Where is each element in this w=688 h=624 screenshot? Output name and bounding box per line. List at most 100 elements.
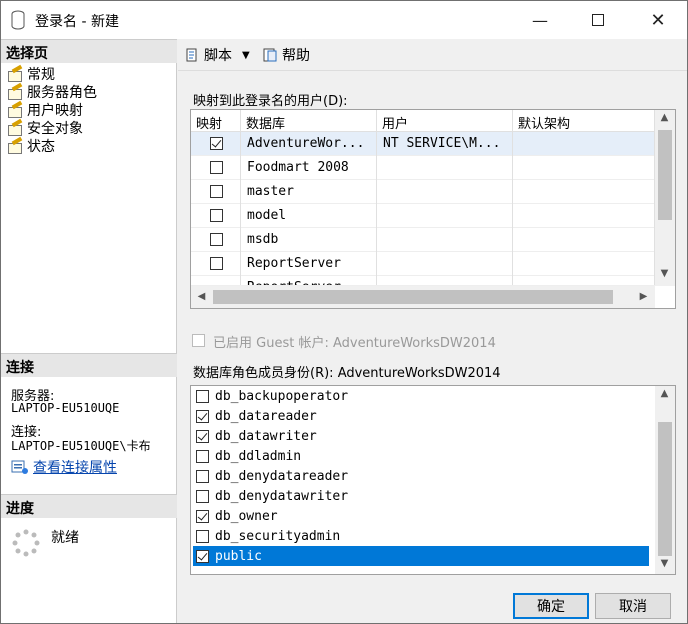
nav-item-label: 安全对象 xyxy=(27,121,83,137)
connection-header: 连接 xyxy=(1,353,177,377)
map-checkbox[interactable] xyxy=(210,257,223,270)
column-header-database[interactable]: 数据库 xyxy=(241,110,377,132)
role-checkbox[interactable] xyxy=(196,549,209,563)
role-checkbox[interactable] xyxy=(196,529,209,543)
user-cell[interactable] xyxy=(377,180,513,204)
view-connection-properties-link[interactable]: 查看连接属性 xyxy=(11,457,117,477)
scroll-right-icon[interactable]: ▶ xyxy=(635,291,652,302)
map-checkbox[interactable] xyxy=(210,137,223,150)
schema-cell[interactable] xyxy=(513,228,655,252)
schema-cell[interactable] xyxy=(513,276,655,285)
role-checkbox[interactable] xyxy=(196,449,209,463)
nav-item-server-roles[interactable]: 服务器角色 xyxy=(7,83,97,101)
scroll-down-icon[interactable]: ▼ xyxy=(656,268,673,279)
list-item[interactable]: db_denydatareader xyxy=(193,466,649,486)
nav-item-user-mapping[interactable]: 用户映射 xyxy=(7,101,83,119)
user-cell[interactable] xyxy=(377,252,513,276)
list-item[interactable]: db_denydatawriter xyxy=(193,486,649,506)
role-checkbox[interactable] xyxy=(196,389,209,403)
window-title: 登录名 - 新建 xyxy=(35,14,119,30)
script-button[interactable]: 脚本 ▼ xyxy=(184,45,250,65)
list-item[interactable]: db_datawriter xyxy=(193,426,649,446)
role-checkbox[interactable] xyxy=(196,469,209,483)
user-cell[interactable]: NT SERVICE\M... xyxy=(377,132,513,156)
nav-item-label: 常规 xyxy=(27,67,55,83)
role-checkbox[interactable] xyxy=(196,509,209,523)
map-cell xyxy=(191,156,241,180)
list-item[interactable]: public xyxy=(193,546,649,566)
schema-cell[interactable] xyxy=(513,132,655,156)
table-row[interactable]: msdb xyxy=(191,228,655,252)
user-cell[interactable] xyxy=(377,276,513,285)
guest-label: 已启用 Guest 帐户: AdventureWorksDW2014 xyxy=(213,336,496,351)
role-checkbox[interactable] xyxy=(196,429,209,443)
map-cell xyxy=(191,228,241,252)
role-checkbox[interactable] xyxy=(196,489,209,503)
scroll-left-icon[interactable]: ◀ xyxy=(193,291,210,302)
guest-enabled-checkbox xyxy=(192,334,205,347)
properties-icon xyxy=(11,460,28,474)
page-icon xyxy=(7,67,23,82)
table-row[interactable]: ReportServer xyxy=(191,276,655,286)
list-item[interactable]: db_datareader xyxy=(193,406,649,426)
role-label: db_datawriter xyxy=(215,428,317,444)
map-checkbox[interactable] xyxy=(210,209,223,222)
list-item[interactable]: db_securityadmin xyxy=(193,526,649,546)
database-cell: model xyxy=(241,204,377,228)
table-row[interactable]: master xyxy=(191,180,655,204)
database-cell: ReportServer xyxy=(241,276,377,285)
map-checkbox[interactable] xyxy=(210,233,223,246)
grid-vertical-scrollbar[interactable]: ▲ ▼ xyxy=(655,110,675,286)
left-pane: 选择页 常规 服务器角色 用户映射 安全对象 状态 连接 服务器: LAPTOP… xyxy=(1,39,177,623)
nav-item-general[interactable]: 常规 xyxy=(7,65,55,83)
table-row[interactable]: model xyxy=(191,204,655,228)
server-value: LAPTOP-EU510UQE xyxy=(11,401,120,415)
roles-vertical-scrollbar[interactable]: ▲ ▼ xyxy=(655,386,675,574)
spinner-icon xyxy=(12,529,40,557)
help-icon xyxy=(263,48,277,62)
user-mapping-grid[interactable]: 映射 数据库 用户 默认架构 AdventureWor... NT SERVIC… xyxy=(190,109,676,309)
nav-item-status[interactable]: 状态 xyxy=(7,137,55,155)
maximize-button[interactable] xyxy=(575,1,621,39)
grid-horizontal-scrollbar[interactable]: ◀ ▶ xyxy=(191,286,655,308)
user-cell[interactable] xyxy=(377,204,513,228)
minimize-button[interactable]: — xyxy=(517,1,563,39)
maximize-icon xyxy=(592,14,604,26)
table-row[interactable]: ReportServer xyxy=(191,252,655,276)
close-button[interactable]: ✕ xyxy=(635,1,681,39)
list-item[interactable]: db_backupoperator xyxy=(193,386,649,406)
user-cell[interactable] xyxy=(377,156,513,180)
scroll-thumb[interactable] xyxy=(658,130,672,220)
scroll-down-icon[interactable]: ▼ xyxy=(656,558,673,569)
schema-cell[interactable] xyxy=(513,204,655,228)
help-button[interactable]: 帮助 xyxy=(262,45,310,65)
list-item[interactable]: db_owner xyxy=(193,506,649,526)
database-cell: msdb xyxy=(241,228,377,252)
role-checkbox[interactable] xyxy=(196,409,209,423)
column-header-default-schema[interactable]: 默认架构 xyxy=(513,110,655,132)
list-item[interactable]: db_ddladmin xyxy=(193,446,649,466)
map-checkbox[interactable] xyxy=(210,161,223,174)
table-row[interactable]: Foodmart 2008 xyxy=(191,156,655,180)
scroll-up-icon[interactable]: ▲ xyxy=(656,388,673,399)
column-header-user[interactable]: 用户 xyxy=(377,110,513,132)
column-header-map[interactable]: 映射 xyxy=(191,110,241,132)
database-roles-list[interactable]: db_backupoperator db_datareader db_dataw… xyxy=(190,385,676,575)
schema-cell[interactable] xyxy=(513,252,655,276)
scroll-thumb[interactable] xyxy=(213,290,613,304)
map-cell xyxy=(191,180,241,204)
cancel-button[interactable]: 取消 xyxy=(595,593,671,619)
ok-button[interactable]: 确定 xyxy=(513,593,589,619)
map-checkbox[interactable] xyxy=(210,185,223,198)
scroll-thumb[interactable] xyxy=(658,422,672,556)
progress-header: 进度 xyxy=(1,494,177,518)
role-label: db_backupoperator xyxy=(215,388,349,404)
nav-item-securables[interactable]: 安全对象 xyxy=(7,119,83,137)
user-cell[interactable] xyxy=(377,228,513,252)
table-row[interactable]: AdventureWor... NT SERVICE\M... xyxy=(191,132,655,156)
progress-status: 就绪 xyxy=(51,530,79,546)
schema-cell[interactable] xyxy=(513,156,655,180)
scroll-up-icon[interactable]: ▲ xyxy=(656,112,673,123)
nav-item-label: 状态 xyxy=(27,139,55,155)
schema-cell[interactable] xyxy=(513,180,655,204)
